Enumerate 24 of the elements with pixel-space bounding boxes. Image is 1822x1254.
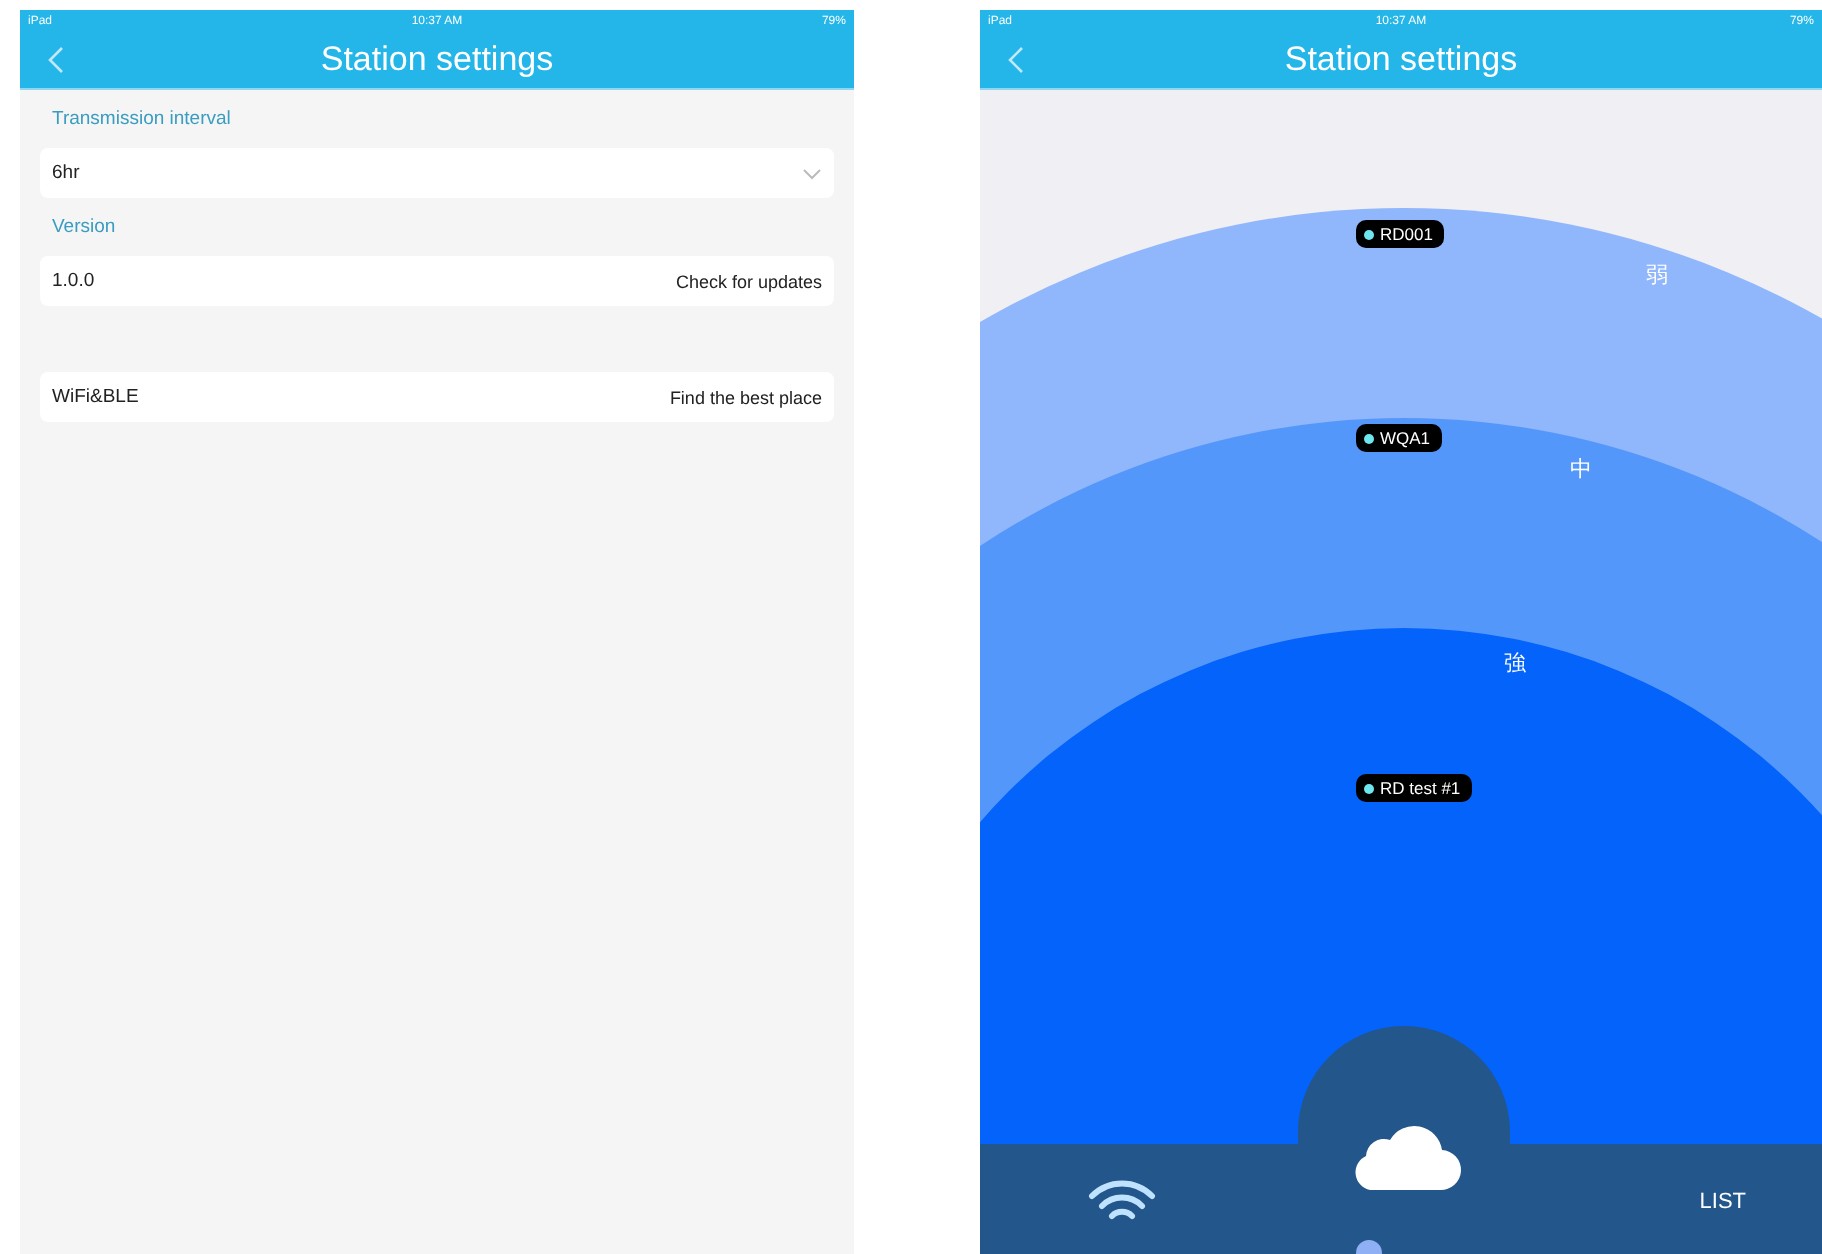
zone-label: 弱 (1646, 262, 1668, 290)
settings-row[interactable]: 1.0.0 Check for updates (40, 256, 834, 306)
dropdown-field[interactable]: 6hr (40, 148, 834, 198)
list-button[interactable]: LIST (1691, 1185, 1754, 1217)
station-chip[interactable]: RD001 (1356, 220, 1445, 248)
action-link[interactable]: Check for updates (675, 271, 822, 291)
section-label: Transmission interval (50, 106, 233, 134)
row-value: 1.0.0 (52, 270, 95, 292)
section-label: Version (50, 214, 118, 242)
status-dot (1364, 783, 1374, 793)
wifi-icon[interactable] (1088, 1177, 1156, 1225)
settings-row[interactable]: WiFi&BLE Find the best place (40, 372, 834, 422)
row-value: WiFi&BLE (52, 386, 139, 408)
row-value: 6hr (52, 162, 80, 184)
zone-label: 中 (1570, 456, 1592, 484)
zone-label: 強 (1504, 650, 1526, 678)
screen-title: Station settings (1284, 39, 1518, 79)
action-link[interactable]: Find the best place (669, 387, 822, 407)
screen-title: Station settings (320, 39, 554, 79)
station-chip[interactable]: WQA1 (1356, 424, 1443, 452)
station-chip[interactable]: RD test #1 (1356, 774, 1473, 802)
status-dot (1364, 229, 1374, 239)
status-dot (1364, 433, 1374, 443)
chevron-down-icon (802, 167, 822, 179)
